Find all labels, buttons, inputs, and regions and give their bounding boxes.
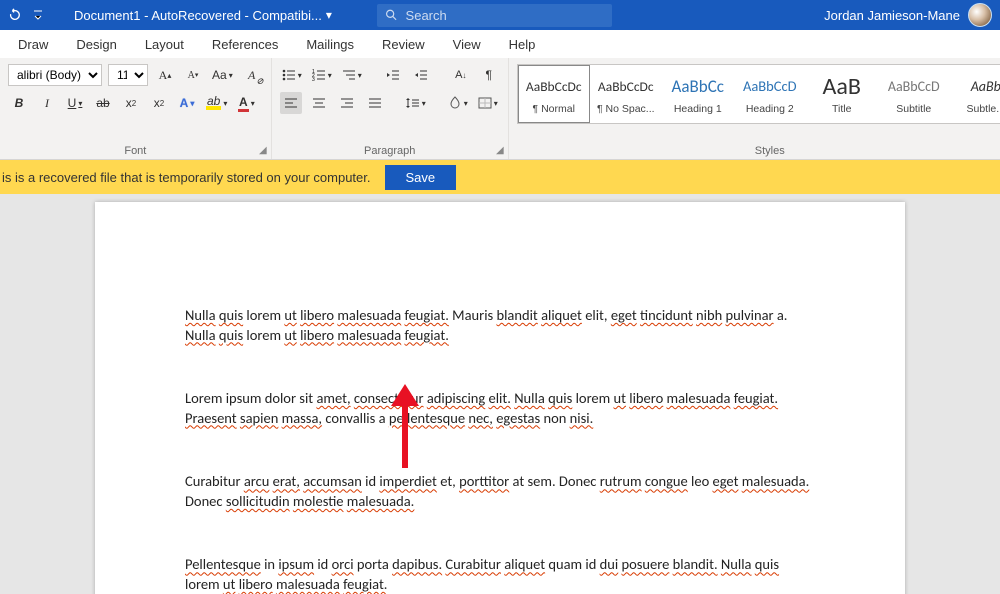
user-name: Jordan Jamieson-Mane <box>824 8 960 23</box>
italic-icon[interactable]: I <box>36 92 58 114</box>
strikethrough-icon[interactable]: ab <box>92 92 114 114</box>
style-tile[interactable]: AaBbCc Heading 1 <box>662 65 734 123</box>
numbering-icon[interactable]: 123 <box>310 64 334 86</box>
change-case-icon[interactable]: Aa <box>210 64 235 86</box>
titlebar: Document1 - AutoRecovered - Compatibi...… <box>0 0 1000 30</box>
style-tile[interactable]: AaBbCcD Heading 2 <box>734 65 806 123</box>
search-icon <box>385 8 398 22</box>
document-title: Document1 - AutoRecovered - Compatibi... <box>74 8 322 23</box>
paragraph[interactable]: Pellentesque in ipsum id orci porta dapi… <box>185 555 815 594</box>
qat-dropdown-icon[interactable] <box>30 0 46 30</box>
show-marks-icon[interactable]: ¶ <box>478 64 500 86</box>
increase-indent-icon[interactable] <box>410 64 432 86</box>
style-preview: AaBbCcD <box>888 73 940 99</box>
shading-icon[interactable] <box>446 92 470 114</box>
multilevel-list-icon[interactable] <box>340 64 364 86</box>
justify-icon[interactable] <box>364 92 386 114</box>
avatar[interactable] <box>968 3 992 27</box>
subscript-icon[interactable]: x2 <box>120 92 142 114</box>
font-name-select[interactable]: alibri (Body) <box>8 64 102 86</box>
align-center-icon[interactable] <box>308 92 330 114</box>
shrink-font-icon[interactable]: A▾ <box>182 64 204 86</box>
highlight-icon[interactable]: ab <box>204 92 229 114</box>
style-tile[interactable]: AaBb Subtle... <box>950 65 1000 123</box>
recovery-bar: is is a recovered file that is temporari… <box>0 160 1000 194</box>
tab-draw[interactable]: Draw <box>4 30 62 58</box>
bold-icon[interactable]: B <box>8 92 30 114</box>
style-preview: AaBbCcD <box>743 73 797 99</box>
paragraph-dialog-launcher-icon[interactable]: ◢ <box>496 145 504 156</box>
tab-mailings[interactable]: Mailings <box>292 30 368 58</box>
style-name: ¶ Normal <box>533 103 575 115</box>
align-right-icon[interactable] <box>336 92 358 114</box>
font-color-icon[interactable]: A <box>235 92 257 114</box>
style-tile[interactable]: AaB Title <box>806 65 878 123</box>
style-name: Subtle... <box>966 103 1000 115</box>
document-page[interactable]: Nulla quis lorem ut libero malesuada feu… <box>95 202 905 594</box>
style-tile[interactable]: AaBbCcDc ¶ Normal <box>518 65 590 123</box>
decrease-indent-icon[interactable] <box>382 64 404 86</box>
style-preview: AaB <box>823 73 861 99</box>
tab-view[interactable]: View <box>439 30 495 58</box>
style-name: Heading 2 <box>746 103 794 115</box>
style-preview: AaBbCc <box>672 73 724 99</box>
style-tile[interactable]: AaBbCcD Subtitle <box>878 65 950 123</box>
ribbon-tabs: DrawDesignLayoutReferencesMailingsReview… <box>0 30 1000 58</box>
group-paragraph: 123 A↓ ¶ Paragraph ◢ <box>272 58 509 159</box>
recovery-message: is is a recovered file that is temporari… <box>2 170 371 185</box>
style-name: Subtitle <box>896 103 931 115</box>
tab-design[interactable]: Design <box>62 30 130 58</box>
underline-icon[interactable]: U <box>64 92 86 114</box>
group-label-font: Font <box>8 141 263 157</box>
style-name: Title <box>832 103 851 115</box>
style-preview: AaBb <box>971 73 1000 99</box>
group-label-paragraph: Paragraph <box>280 141 500 157</box>
paragraph[interactable]: Curabitur arcu erat, accumsan id imperdi… <box>185 472 815 511</box>
save-button[interactable]: Save <box>385 165 457 190</box>
tab-review[interactable]: Review <box>368 30 439 58</box>
title-dropdown-icon[interactable]: ▾ <box>326 8 332 22</box>
style-tile[interactable]: AaBbCcDc ¶ No Spac... <box>590 65 662 123</box>
paragraph[interactable]: Lorem ipsum dolor sit amet, consectetur … <box>185 389 815 428</box>
superscript-icon[interactable]: x2 <box>148 92 170 114</box>
search-input[interactable] <box>406 8 604 23</box>
svg-text:3: 3 <box>312 77 315 81</box>
paragraph[interactable]: Nulla quis lorem ut libero malesuada feu… <box>185 306 815 345</box>
group-styles: AaBbCcDc¶ NormalAaBbCcDc¶ No Spac...AaBb… <box>509 58 1000 159</box>
clear-formatting-icon[interactable]: A⊘ <box>241 64 263 86</box>
search-box[interactable] <box>377 4 612 27</box>
bullets-icon[interactable] <box>280 64 304 86</box>
tab-help[interactable]: Help <box>495 30 550 58</box>
align-left-icon[interactable] <box>280 92 302 114</box>
font-size-select[interactable]: 11 <box>108 64 148 86</box>
group-font: alibri (Body) 11 A▴ A▾ Aa A⊘ B I U ab x2… <box>0 58 272 159</box>
style-name: ¶ No Spac... <box>597 103 655 115</box>
style-name: Heading 1 <box>674 103 722 115</box>
borders-icon[interactable] <box>476 92 500 114</box>
tab-references[interactable]: References <box>198 30 292 58</box>
ribbon: alibri (Body) 11 A▴ A▾ Aa A⊘ B I U ab x2… <box>0 58 1000 160</box>
grow-font-icon[interactable]: A▴ <box>154 64 176 86</box>
font-dialog-launcher-icon[interactable]: ◢ <box>259 145 267 156</box>
back-icon[interactable] <box>0 0 30 30</box>
text-effects-icon[interactable]: A <box>176 92 198 114</box>
group-label-styles: Styles <box>517 141 1000 157</box>
styles-gallery[interactable]: AaBbCcDc¶ NormalAaBbCcDc¶ No Spac...AaBb… <box>517 64 1000 124</box>
user-area[interactable]: Jordan Jamieson-Mane <box>824 3 1000 27</box>
tab-layout[interactable]: Layout <box>131 30 198 58</box>
document-canvas[interactable]: Nulla quis lorem ut libero malesuada feu… <box>0 194 1000 594</box>
style-preview: AaBbCcDc <box>526 73 582 99</box>
line-spacing-icon[interactable] <box>404 92 428 114</box>
style-preview: AaBbCcDc <box>598 73 654 99</box>
sort-icon[interactable]: A↓ <box>450 64 472 86</box>
